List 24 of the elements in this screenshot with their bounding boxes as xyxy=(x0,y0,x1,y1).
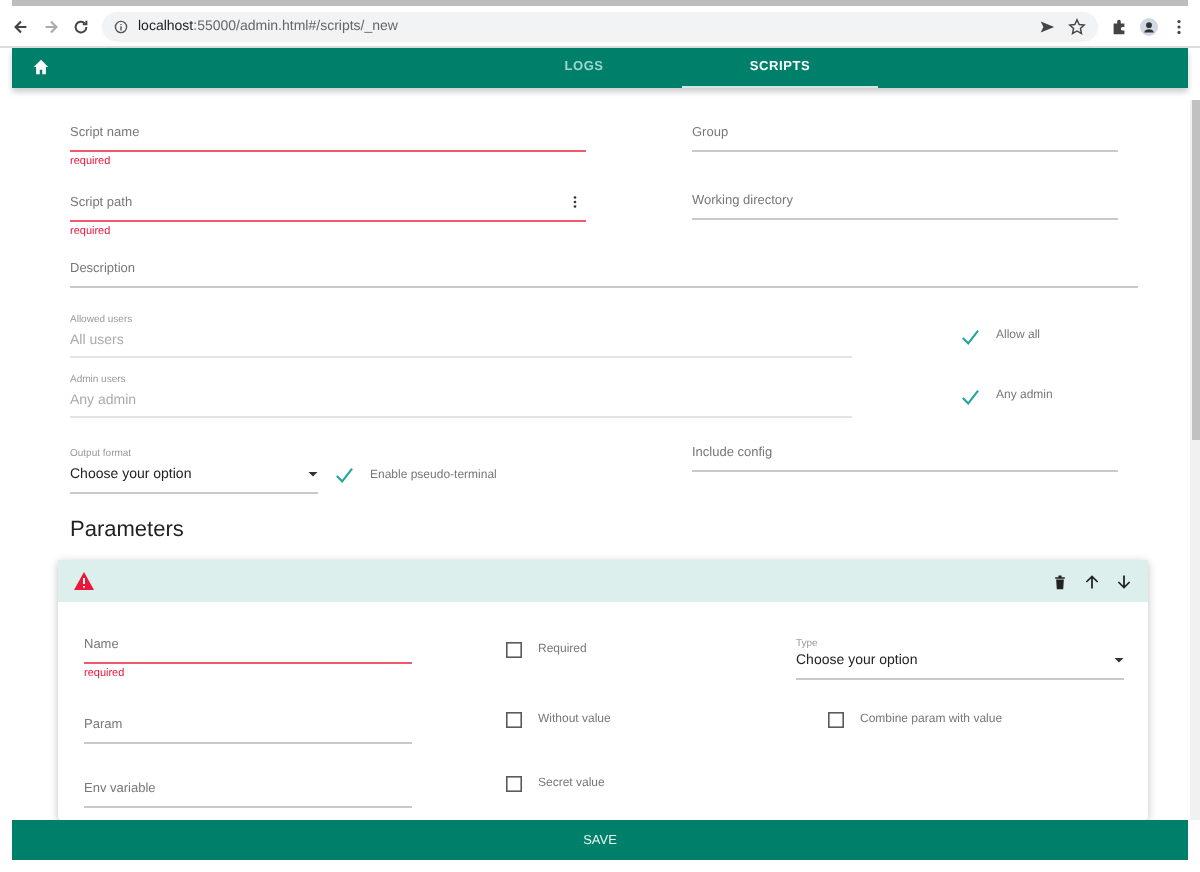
checkbox[interactable] xyxy=(960,387,980,405)
checkbox[interactable] xyxy=(506,712,522,728)
checkbox[interactable] xyxy=(828,712,844,728)
arrow-down-icon[interactable] xyxy=(1116,573,1132,589)
checkbox[interactable] xyxy=(334,466,354,484)
info-icon[interactable] xyxy=(114,19,128,33)
checkbox[interactable] xyxy=(960,327,980,345)
back-icon[interactable] xyxy=(12,17,30,35)
star-icon[interactable] xyxy=(1068,17,1086,35)
caret-icon xyxy=(308,472,318,478)
scrollbar[interactable] xyxy=(1190,100,1200,820)
checkbox[interactable] xyxy=(506,776,522,792)
delete-icon[interactable] xyxy=(1052,573,1068,589)
arrow-up-icon[interactable] xyxy=(1084,573,1100,589)
puzzle-icon[interactable] xyxy=(1110,17,1128,35)
caret-icon xyxy=(1114,658,1124,664)
send-icon[interactable] xyxy=(1038,17,1056,35)
scrollbar-thumb[interactable] xyxy=(1191,100,1199,440)
home-icon[interactable] xyxy=(32,58,50,76)
reload-icon[interactable] xyxy=(72,17,90,35)
section-heading: Parameters xyxy=(70,518,186,542)
checkbox[interactable] xyxy=(506,641,522,657)
profile-icon[interactable] xyxy=(1140,17,1158,35)
more-icon[interactable] xyxy=(572,194,578,210)
